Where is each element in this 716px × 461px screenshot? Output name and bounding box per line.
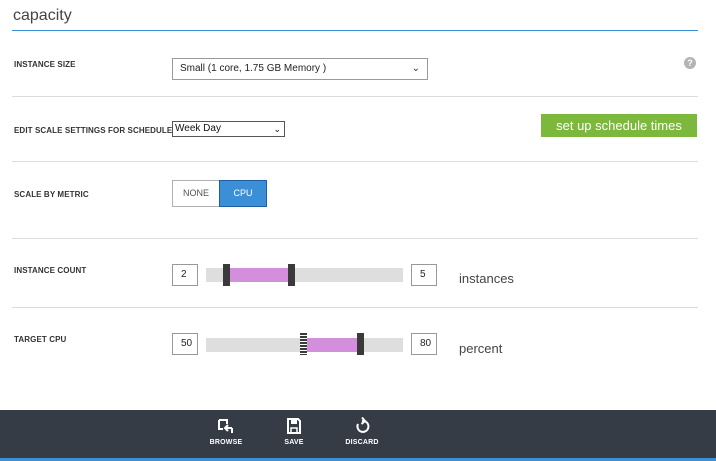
question-icon[interactable]: ? (684, 57, 696, 69)
instance-size-label: INSTANCE SIZE (14, 60, 76, 69)
section-divider (12, 96, 698, 97)
instance-count-max-input[interactable]: 5 (411, 264, 437, 286)
section-divider (12, 161, 698, 162)
target-cpu-max-handle[interactable] (357, 333, 364, 355)
instance-count-max-handle[interactable] (288, 264, 295, 286)
chevron-down-icon: ⌄ (411, 63, 420, 74)
browse-icon (201, 416, 251, 436)
instance-count-min-handle[interactable] (223, 264, 230, 286)
set-up-schedule-button[interactable]: set up schedule times (541, 114, 697, 137)
section-divider (12, 307, 698, 308)
scale-metric-toggle: NONE CPU (172, 180, 267, 207)
metric-option-cpu[interactable]: CPU (219, 180, 267, 207)
save-label: SAVE (284, 439, 304, 446)
schedule-label: EDIT SCALE SETTINGS FOR SCHEDULE (14, 126, 173, 135)
title-divider (12, 30, 698, 31)
section-divider (12, 238, 698, 239)
browse-label: BROWSE (209, 439, 243, 446)
target-cpu-slider-range (307, 338, 357, 352)
discard-label: DISCARD (345, 439, 379, 446)
browse-button[interactable]: BROWSE (201, 416, 251, 446)
target-cpu-min-input[interactable]: 50 (172, 333, 198, 355)
instance-size-value: Small (1 core, 1.75 GB Memory ) (180, 63, 327, 74)
save-icon (269, 416, 319, 436)
discard-button[interactable]: DISCARD (337, 416, 387, 446)
page-title: capacity (13, 7, 72, 24)
discard-icon (337, 416, 387, 436)
schedule-select[interactable]: Week Day ⌄ (172, 121, 285, 137)
instance-count-unit: instances (459, 271, 514, 286)
instance-size-select[interactable]: Small (1 core, 1.75 GB Memory ) ⌄ (172, 58, 428, 80)
target-cpu-unit: percent (459, 341, 503, 356)
instance-count-slider-range (230, 268, 288, 282)
target-cpu-label: TARGET CPU (14, 335, 67, 344)
instance-count-label: INSTANCE COUNT (14, 266, 87, 275)
scale-by-metric-label: SCALE BY METRIC (14, 190, 89, 199)
save-button[interactable]: SAVE (269, 416, 319, 446)
schedule-value: Week Day (175, 123, 221, 134)
instance-count-min-input[interactable]: 2 (172, 264, 198, 286)
metric-option-none[interactable]: NONE (172, 180, 219, 207)
command-bar: BROWSE SAVE DISCARD (0, 410, 716, 461)
target-cpu-min-handle[interactable] (300, 333, 307, 355)
chevron-down-icon: ⌄ (273, 124, 281, 134)
target-cpu-max-input[interactable]: 80 (411, 333, 437, 355)
